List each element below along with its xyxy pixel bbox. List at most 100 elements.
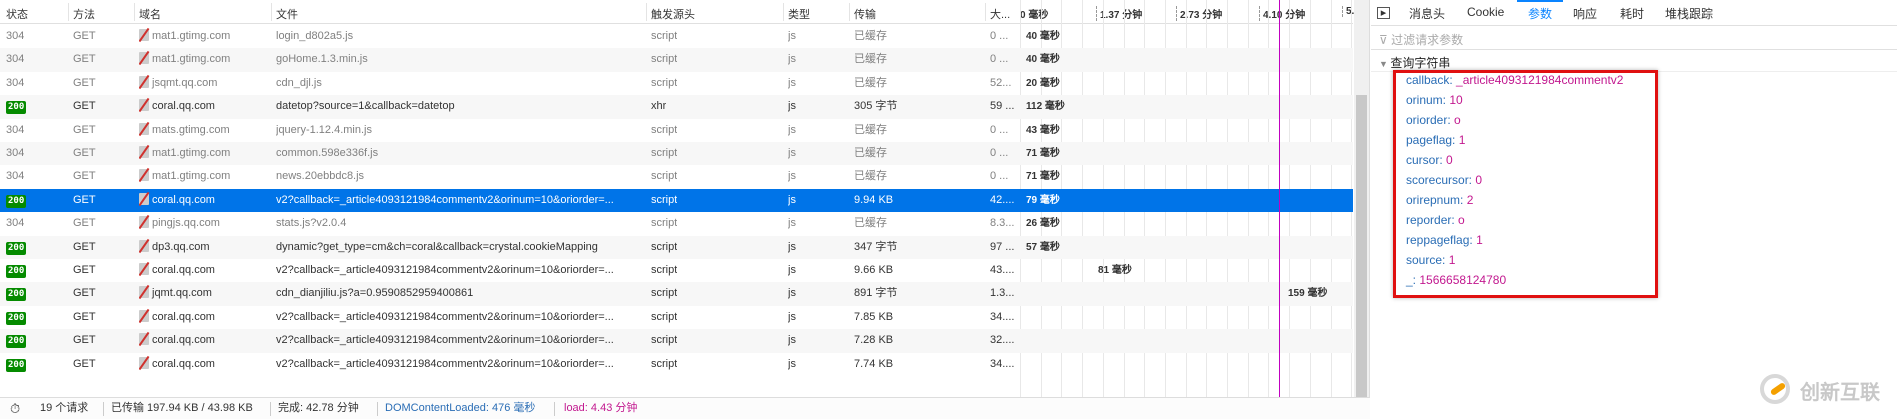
scrollbar-thumb[interactable] xyxy=(1356,95,1367,397)
tab-params[interactable]: 参数 xyxy=(1528,5,1552,22)
request-row[interactable]: 200 GET coral.qq.com v2?callback=_article40… xyxy=(0,188,1353,213)
domain: mats.gtimg.com xyxy=(152,123,230,136)
method: GET xyxy=(73,217,96,230)
request-row[interactable]: 304 GET jsqmt.qq.com cdn_djl.js script js 已缓存 5… xyxy=(0,72,1353,95)
cause: script xyxy=(651,147,678,159)
request-row[interactable]: 200 GET coral.qq.com v2?callback=_article40… xyxy=(0,259,1353,282)
param-row[interactable]: reppageflag: 1 xyxy=(1406,233,1483,247)
query-string-section[interactable]: ▼ 查询字符串 xyxy=(1371,50,1897,72)
request-row[interactable]: 200 GET jqmt.qq.com cdn_dianjiliu.js?a=0.95… xyxy=(0,282,1353,306)
param-row[interactable]: pageflag: 1 xyxy=(1406,133,1465,147)
param-row[interactable]: scorecursor: 0 xyxy=(1406,173,1482,187)
param-key: pageflag: xyxy=(1406,133,1456,147)
tab-timings[interactable]: 耗时 xyxy=(1620,5,1644,22)
insecure-lock-icon xyxy=(139,122,149,135)
domain: jsqmt.qq.com xyxy=(152,76,218,89)
param-row[interactable]: source: 1 xyxy=(1406,253,1455,267)
type: js xyxy=(788,264,796,276)
col-transferred[interactable]: 传输 xyxy=(854,6,876,22)
status-badge: 200 xyxy=(6,241,27,255)
cause: script xyxy=(651,240,678,253)
size: 34.... xyxy=(990,357,1015,370)
timing-label: 159 毫秒 xyxy=(1288,288,1328,300)
file: datetop?source=1&callback=datetop xyxy=(276,100,455,113)
request-row[interactable]: 200 GET dp3.qq.com dynamic?get_type=cm&ch=c… xyxy=(0,235,1353,259)
size: 8.3... xyxy=(990,217,1015,230)
load-marker-line xyxy=(1279,0,1280,397)
param-row[interactable]: reporder: o xyxy=(1406,213,1465,227)
status-badge: 200 xyxy=(6,358,27,372)
size: 1.3... xyxy=(990,287,1015,300)
cause: script xyxy=(651,217,678,230)
col-file[interactable]: 文件 xyxy=(276,6,298,22)
cause: script xyxy=(651,334,678,347)
insecure-lock-icon xyxy=(139,333,149,346)
param-row[interactable]: oriorder: o xyxy=(1406,113,1461,127)
tab-headers[interactable]: 消息头 xyxy=(1409,5,1445,22)
insecure-lock-icon xyxy=(139,169,149,182)
param-row[interactable]: orinum: 10 xyxy=(1406,93,1463,107)
request-row[interactable]: 304 GET mats.gtimg.com jquery-1.12.4.min.js… xyxy=(0,119,1353,142)
param-value: o xyxy=(1458,213,1465,227)
cause: script xyxy=(651,53,678,66)
insecure-lock-icon xyxy=(139,216,149,229)
file: news.20ebbdc8.js xyxy=(276,170,365,183)
finish-time: 完成: 42.78 分钟 xyxy=(278,402,359,414)
col-domain[interactable]: 域名 xyxy=(139,6,161,22)
method: GET xyxy=(73,170,96,183)
param-row[interactable]: callback: _article4093121984commentv2 xyxy=(1406,73,1623,87)
request-row[interactable]: 200 GET coral.qq.com datetop?source=1&callb… xyxy=(0,95,1353,119)
domain: coral.qq.com xyxy=(152,100,215,113)
tab-cookies[interactable]: Cookie xyxy=(1467,5,1504,19)
col-cause[interactable]: 触发源头 xyxy=(651,6,695,22)
request-row[interactable]: 200 GET coral.qq.com v2?callback=_article40… xyxy=(0,353,1353,376)
file: stats.js?v2.0.4 xyxy=(276,217,347,230)
type: js xyxy=(788,310,796,323)
request-row[interactable]: 304 GET mat1.gtimg.com goHome.1.3.min.js scr… xyxy=(0,48,1353,72)
cause: script xyxy=(651,123,678,136)
param-row[interactable]: cursor: 0 xyxy=(1406,153,1453,167)
param-value: 1 xyxy=(1448,253,1456,267)
cause: script xyxy=(651,310,678,323)
request-row[interactable]: 304 GET mat1.gtimg.com common.598e336f.js sc… xyxy=(0,142,1353,166)
dom-content-loaded: DOMContentLoaded: 476 毫秒 xyxy=(385,402,536,414)
transferred: 891 字节 xyxy=(854,287,898,300)
col-timeline[interactable]: 0 毫秒 xyxy=(1020,6,1048,21)
section-title: 查询字符串 xyxy=(1390,56,1451,70)
cause: script xyxy=(651,170,678,183)
col-size[interactable]: 大... xyxy=(990,6,1010,22)
status-code: 304 xyxy=(6,76,25,89)
request-row[interactable]: 200 GET coral.qq.com v2?callback=_article40… xyxy=(0,329,1353,353)
toggle-panel-icon[interactable]: ▸ xyxy=(1377,7,1390,19)
request-row[interactable]: 200 GET coral.qq.com v2?callback=_article40… xyxy=(0,306,1353,329)
cause: script xyxy=(651,76,678,89)
transferred: 已缓存 xyxy=(854,123,887,136)
transferred-total: 已传输 197.94 KB / 43.98 KB xyxy=(111,402,253,414)
cause: xhr xyxy=(651,100,667,113)
param-value: 0 xyxy=(1475,173,1483,187)
filter-params-input[interactable]: ⊽ 过滤请求参数 xyxy=(1371,26,1897,50)
request-row[interactable]: 304 GET mat1.gtimg.com news.20ebbdc8.js scri… xyxy=(0,165,1353,188)
domain: jqmt.qq.com xyxy=(152,287,212,300)
type: js xyxy=(788,53,796,66)
request-row[interactable]: 304 GET pingjs.qq.com stats.js?v2.0.4 script… xyxy=(0,212,1353,235)
type: js xyxy=(788,334,796,347)
col-status[interactable]: 状态 xyxy=(6,6,28,22)
status-badge: 200 xyxy=(6,311,27,325)
tab-response[interactable]: 响应 xyxy=(1573,5,1597,22)
insecure-lock-icon xyxy=(139,75,149,88)
stopwatch-icon[interactable]: ⏱ xyxy=(10,398,20,419)
request-row[interactable]: 304 GET mat1.gtimg.com login_d802a5.js scrip… xyxy=(0,25,1353,48)
method: GET xyxy=(73,123,96,136)
col-method[interactable]: 方法 xyxy=(73,6,95,22)
domain: coral.qq.com xyxy=(152,310,215,323)
tab-stack-trace[interactable]: 堆栈跟踪 xyxy=(1665,5,1713,22)
type: js xyxy=(788,123,796,136)
size: 59 ... xyxy=(990,100,1015,113)
param-row[interactable]: _: 1566658124780 xyxy=(1406,273,1506,287)
col-type[interactable]: 类型 xyxy=(788,6,810,22)
param-key: reporder: xyxy=(1406,213,1455,227)
method: GET xyxy=(73,76,96,89)
file: v2?callback=_article4093121984commentv2&… xyxy=(276,357,614,370)
param-row[interactable]: orirepnum: 2 xyxy=(1406,193,1473,207)
